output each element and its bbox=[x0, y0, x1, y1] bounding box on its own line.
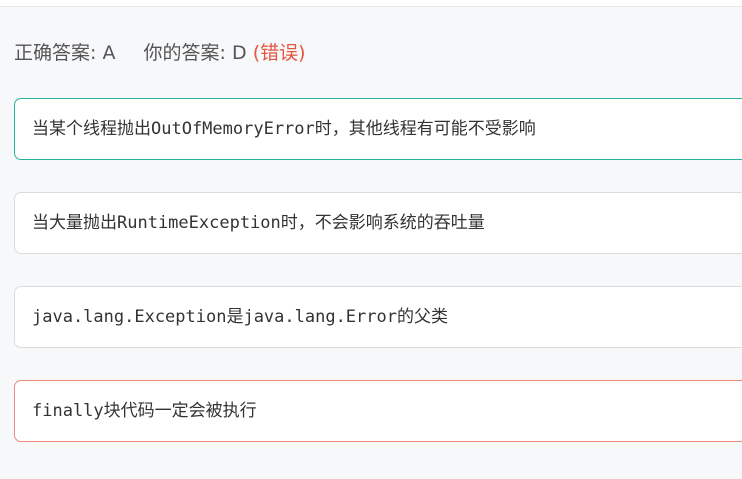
option-a-text: 当某个线程抛出OutOfMemoryError时，其他线程有可能不受影响 bbox=[32, 119, 536, 139]
correct-answer-label: 正确答案: bbox=[14, 42, 97, 64]
option-c[interactable]: java.lang.Exception是java.lang.Error的父类 bbox=[14, 286, 742, 348]
answer-result: 正确答案: A 你的答案: D (错误) bbox=[14, 39, 306, 67]
option-a[interactable]: 当某个线程抛出OutOfMemoryError时，其他线程有可能不受影响 bbox=[14, 98, 742, 160]
option-c-text: java.lang.Exception是java.lang.Error的父类 bbox=[32, 307, 448, 327]
option-b-text: 当大量抛出RuntimeException时，不会影响系统的吞吐量 bbox=[32, 213, 485, 233]
option-d-text: finally块代码一定会被执行 bbox=[32, 401, 257, 421]
answer-status: (错误) bbox=[252, 42, 306, 64]
correct-answer-value: A bbox=[102, 42, 116, 64]
option-d[interactable]: finally块代码一定会被执行 bbox=[14, 380, 742, 442]
your-answer-label: 你的答案: bbox=[143, 42, 226, 64]
top-divider bbox=[0, 0, 742, 7]
option-b[interactable]: 当大量抛出RuntimeException时，不会影响系统的吞吐量 bbox=[14, 192, 742, 254]
your-answer-value: D bbox=[232, 42, 247, 64]
